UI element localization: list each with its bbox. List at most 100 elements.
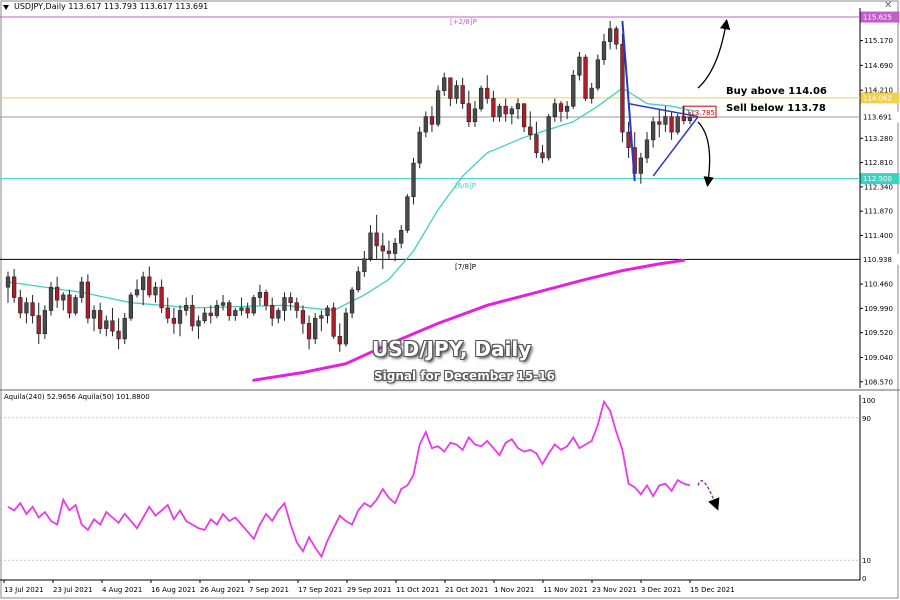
candle-bull (564, 105, 570, 112)
candle-bull (153, 286, 158, 296)
candle-bear (429, 116, 435, 125)
candle-bull (214, 304, 220, 316)
candle-bear (190, 304, 195, 327)
candle-bear (620, 43, 625, 133)
candle-bull (177, 310, 183, 324)
candle-bull (128, 294, 134, 319)
x-tick-label: 17 Sep 2021 (298, 586, 342, 594)
x-tick-label: 11 Nov 2021 (543, 586, 588, 594)
candle-bull (417, 131, 422, 164)
osc-tick-label: 90 (862, 415, 871, 423)
candle-bull (134, 289, 140, 296)
candle-bear (558, 103, 564, 112)
murrey-top-label: [+2/8]P (450, 18, 477, 26)
x-tick-label: 21 Oct 2021 (445, 586, 488, 594)
candle-bear (98, 310, 103, 329)
x-tick-label: 23 Jul 2021 (53, 586, 93, 594)
candle-bear (386, 250, 392, 254)
candle-bear (147, 276, 152, 296)
y-tick-label: 108.570 (864, 378, 893, 386)
candle-bull (589, 87, 594, 99)
candle-bull (24, 302, 29, 314)
y-tick-label: 109.520 (864, 329, 893, 337)
candle-bull (423, 116, 428, 133)
candle-bull (79, 281, 84, 298)
chart-title: USD/JPY, Daily (372, 337, 532, 361)
candle-bear (583, 56, 588, 99)
y-tick-label: 111.400 (864, 232, 893, 240)
candle-bull (497, 105, 502, 117)
candle-bear (288, 297, 293, 303)
candle-bull (675, 116, 680, 133)
price-label-cyan: 112.500 (863, 175, 892, 183)
x-tick-label: 1 Nov 2021 (494, 586, 534, 594)
candle-bear (30, 302, 35, 316)
candle-bull (48, 286, 54, 311)
murrey-low-label: [7/8]P (455, 263, 476, 271)
y-tick-label: 113.280 (864, 135, 893, 143)
x-tick-label: 3 Dec 2021 (641, 586, 681, 594)
y-tick-label: 114.690 (864, 62, 893, 70)
candle-bull (435, 90, 441, 125)
candle-bear (85, 281, 91, 319)
buy-signal-label: Buy above 114.06 (726, 86, 827, 97)
candle-bull (571, 74, 576, 107)
candle-bear (448, 77, 453, 99)
candle-bull (319, 315, 324, 319)
candle-bear (18, 297, 23, 314)
candle-bear (534, 134, 539, 154)
candle-bear (374, 232, 379, 247)
candle-bear (491, 98, 496, 117)
osc-tick-label: 10 (862, 557, 871, 565)
close-icon[interactable]: ✕ (884, 0, 892, 11)
candle-bull (122, 317, 127, 340)
x-tick-label: 16 Aug 2021 (151, 586, 196, 594)
candle-bull (282, 297, 287, 311)
candle-bull (411, 162, 416, 198)
candle-bull (368, 232, 373, 260)
candle-bear (171, 317, 177, 324)
candle-bull (196, 320, 201, 327)
candle-bear (55, 286, 60, 301)
candle-bear (67, 294, 72, 314)
symbol-dropdown-icon[interactable] (3, 5, 9, 10)
candle-bear (614, 28, 619, 45)
candle-bull (454, 85, 459, 99)
candle-bull (663, 116, 668, 125)
candle-bear (380, 245, 385, 252)
candle-bull (313, 317, 318, 340)
candle-bull (343, 312, 349, 345)
candle-bull (362, 258, 367, 272)
x-tick-label: 11 Oct 2021 (396, 586, 439, 594)
chart-subtitle: Signal for December 15-16 (374, 369, 555, 383)
candle-bear (300, 310, 306, 324)
candle-bull (356, 271, 361, 291)
candle-bear (669, 116, 674, 133)
candle-bull (61, 294, 66, 301)
candle-bull (478, 87, 484, 110)
candle-bear (460, 85, 465, 104)
candle-bull (472, 108, 478, 123)
candle-bear (294, 302, 299, 311)
candle-bull (687, 116, 693, 122)
candle-bull (442, 77, 447, 92)
candle-bear (270, 304, 275, 319)
candle-bear (503, 105, 508, 115)
up-arrow (697, 18, 731, 89)
candle-bear (263, 292, 269, 306)
osc-tick-label: 100 (862, 397, 875, 405)
candle-bear (466, 103, 471, 123)
y-tick-label: 112.810 (864, 159, 893, 167)
candle-bear (227, 302, 232, 316)
x-tick-label: 4 Aug 2021 (102, 586, 142, 594)
candle-bear (165, 307, 170, 319)
candle-bear (110, 320, 115, 332)
y-tick-label: 115.170 (864, 37, 893, 45)
osc-projection-arrow (697, 480, 720, 511)
candle-bear (306, 323, 312, 340)
candle-bull (509, 108, 514, 115)
candle-bear (521, 103, 527, 128)
candle-bull (202, 312, 207, 322)
candle-bull (220, 302, 226, 306)
candle-bull (5, 276, 11, 288)
